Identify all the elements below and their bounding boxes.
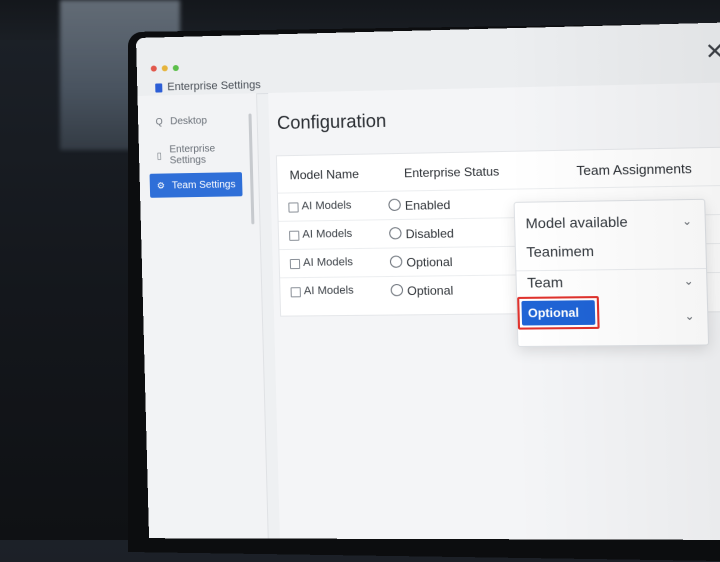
status-radio[interactable] [388, 198, 401, 212]
dropdown-option[interactable]: Teanimem [526, 243, 594, 260]
search-icon: Q [155, 116, 163, 127]
status-cell: Optional [406, 283, 454, 299]
model-name-cell: AI Models [302, 227, 353, 241]
app-icon [155, 83, 163, 93]
sidebar-item-label: Desktop [170, 114, 208, 127]
status-cell: Disabled [405, 226, 455, 242]
row-checkbox[interactable] [289, 230, 300, 241]
sidebar-item-desktop[interactable]: Q Desktop [148, 108, 241, 134]
chevron-down-icon[interactable]: ⌄ [685, 309, 695, 323]
sidebar-scrollbar[interactable] [248, 113, 255, 225]
app-window: Enterprise Settings ✕ Q Desktop ▯ Enterp… [136, 21, 720, 541]
dropdown-divider [516, 267, 707, 272]
sidebar-item-enterprise-settings[interactable]: ▯ Enterprise Settings [149, 142, 242, 168]
optional-option-button[interactable]: Optional [521, 300, 596, 326]
status-radio[interactable] [389, 227, 402, 240]
team-assignment-dropdown[interactable]: Model available ⌄ Teanimem Team ⌄ Option… [513, 198, 710, 348]
chevron-down-icon[interactable]: ⌄ [684, 274, 694, 288]
row-checkbox[interactable] [290, 287, 301, 298]
row-checkbox[interactable] [288, 202, 299, 213]
minimize-window-dot[interactable] [161, 65, 168, 72]
chevron-down-icon[interactable]: ⌄ [682, 214, 692, 228]
close-icon[interactable]: ✕ [705, 39, 720, 65]
main-content: Configuration Model Name Enterprise Stat… [268, 81, 720, 541]
window-title: Enterprise Settings [167, 79, 261, 94]
dropdown-option[interactable]: Team [527, 274, 563, 291]
document-icon: ▯ [156, 150, 162, 161]
page-title: Configuration [276, 110, 387, 134]
dropdown-option[interactable]: Model available [525, 213, 628, 231]
status-radio[interactable] [390, 283, 404, 297]
row-checkbox[interactable] [289, 258, 301, 270]
window-controls [150, 64, 179, 72]
column-header-enterprise-status: Enterprise Status [403, 164, 500, 181]
sidebar-item-team-settings[interactable]: ⚙ Team Settings [149, 172, 243, 198]
model-name-cell: AI Models [302, 256, 354, 269]
status-cell: Optional [406, 254, 453, 270]
column-header-model-name: Model Name [289, 166, 360, 183]
status-radio[interactable] [389, 255, 403, 268]
column-header-team-assignments: Team Assignments [576, 160, 692, 179]
gear-icon: ⚙ [156, 180, 165, 191]
model-name-cell: AI Models [301, 199, 352, 213]
close-window-dot[interactable] [150, 65, 157, 72]
status-cell: Enabled [404, 197, 451, 213]
model-name-cell: AI Models [303, 284, 354, 298]
sidebar-item-label: Enterprise Settings [169, 143, 216, 167]
sidebar: Q Desktop ▯ Enterprise Settings ⚙ Team S… [137, 93, 269, 539]
sidebar-item-label: Team Settings [171, 178, 236, 191]
maximize-window-dot[interactable] [172, 64, 179, 72]
